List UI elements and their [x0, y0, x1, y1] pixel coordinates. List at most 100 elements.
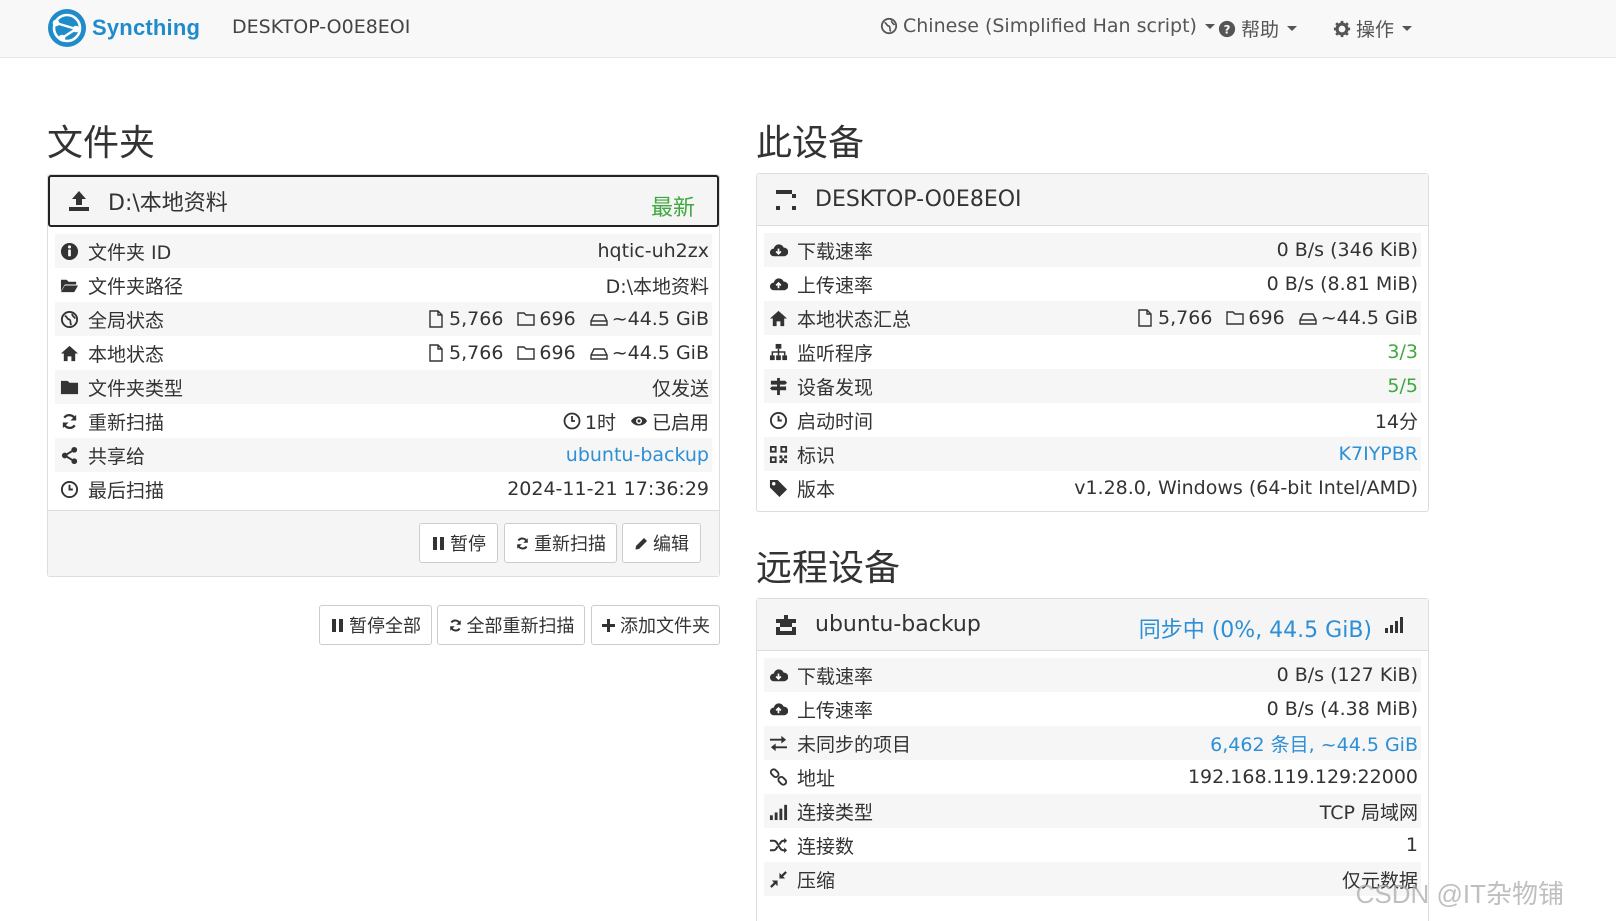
remote-device-panel: ubuntu-backup 同步中 (0%, 44.5 GiB) 下载速率 0 … — [756, 598, 1429, 921]
pause-all-button[interactable]: 暂停全部 — [319, 605, 432, 645]
globe-icon — [880, 17, 898, 35]
tag-icon — [769, 479, 788, 497]
row-connections: 连接数 1 — [764, 828, 1421, 862]
row-shared-with: 共享给 ubuntu-backup — [55, 438, 712, 472]
folder-panel: D:\本地资料 最新 文件夹 ID hqtic-uh2zx 文件夹路径 D:\本… — [47, 174, 720, 577]
row-rescan: 重新扫描 1时 已启用 — [55, 404, 712, 438]
remote-device-panel-heading[interactable]: ubuntu-backup 同步中 (0%, 44.5 GiB) — [757, 599, 1428, 651]
row-version: 版本 v1.28.0, Windows (64-bit Intel/AMD) — [764, 471, 1421, 505]
folder-status: 最新 — [650, 196, 695, 221]
refresh-icon — [449, 619, 461, 631]
language-dropdown[interactable]: Chinese (Simplified Han script) — [880, 15, 1215, 37]
device-id-link[interactable]: K7IYPBR — [1339, 443, 1418, 465]
this-device-panel-heading[interactable]: DESKTOP-O0E8EOI — [757, 174, 1428, 226]
navbar-hostname: DESKTOP-O0E8EOI — [232, 16, 411, 38]
signal-icon — [769, 804, 788, 820]
navbar: Syncthing DESKTOP-O0E8EOI Chinese (Simpl… — [0, 0, 1616, 58]
folder-icon — [60, 380, 79, 394]
caret-down-icon — [1402, 26, 1413, 31]
row-global-state: 全局状态 5,766 696 ~44.5 GiB — [55, 302, 712, 336]
home-icon — [769, 310, 788, 326]
folder-open-icon — [60, 279, 79, 292]
this-device-name: DESKTOP-O0E8EOI — [815, 187, 1022, 212]
question-circle-icon: ? — [1218, 20, 1236, 37]
caret-down-icon — [1287, 26, 1298, 31]
link-icon — [769, 767, 788, 786]
pencil-icon — [635, 537, 647, 549]
row-local-summary: 本地状态汇总 5,766 696 ~44.5 GiB — [764, 301, 1421, 335]
qrcode-icon — [769, 445, 788, 463]
hdd-icon — [589, 348, 608, 360]
actions-dropdown[interactable]: 操作 — [1333, 15, 1413, 42]
watermark: CSDN @IT杂物铺 — [1355, 879, 1564, 909]
remote-device-status: 同步中 (0%, 44.5 GiB) — [1138, 618, 1372, 643]
brand-link[interactable]: Syncthing — [47, 6, 200, 50]
row-folder-type: 文件夹类型 仅发送 — [55, 370, 712, 404]
refresh-icon — [62, 413, 77, 429]
folder-panel-heading[interactable]: D:\本地资料 最新 — [48, 175, 719, 227]
file-icon — [1138, 309, 1152, 327]
hdd-icon — [589, 314, 608, 326]
language-label: Chinese (Simplified Han script) — [903, 15, 1197, 37]
row-folder-path: 文件夹路径 D:\本地资料 — [55, 268, 712, 302]
help-dropdown[interactable]: ? 帮助 — [1218, 15, 1298, 42]
row-remote-upload-rate: 上传速率 0 B/s (4.38 MiB) — [764, 692, 1421, 726]
exchange-icon — [769, 735, 788, 751]
add-folder-button[interactable]: 添加文件夹 — [591, 605, 720, 645]
identicon-icon — [776, 189, 796, 210]
upload-icon — [69, 191, 89, 211]
row-last-scan: 最后扫描 2024-11-21 17:36:29 — [55, 472, 712, 506]
folder-panel-footer: 暂停 重新扫描 编辑 — [48, 510, 719, 576]
cloud-download-icon — [769, 243, 788, 256]
folder-outline-icon — [517, 312, 536, 326]
cloud-upload-icon — [769, 702, 788, 715]
clock-icon — [769, 411, 788, 429]
shared-device-link[interactable]: ubuntu-backup — [566, 444, 709, 466]
folder-outline-icon — [517, 346, 536, 360]
cloud-download-icon — [769, 668, 788, 681]
plus-icon — [602, 618, 615, 632]
file-icon — [429, 310, 443, 328]
row-uptime: 启动时间 14分 — [764, 403, 1421, 437]
row-discovery: 设备发现 5/5 — [764, 369, 1421, 403]
home-icon — [60, 345, 79, 361]
share-icon — [61, 446, 78, 464]
clock-icon — [563, 412, 581, 430]
pause-folder-button[interactable]: 暂停 — [419, 523, 498, 563]
row-connection-type: 连接类型 TCP 局域网 — [764, 794, 1421, 828]
row-address: 地址 192.168.119.129:22000 — [764, 760, 1421, 794]
row-local-state: 本地状态 5,766 696 ~44.5 GiB — [55, 336, 712, 370]
out-of-sync-link[interactable]: 6,462 条目, ~44.5 GiB — [1210, 730, 1418, 757]
gear-icon — [1333, 20, 1351, 37]
info-circle-icon — [60, 242, 79, 260]
row-remote-download-rate: 下载速率 0 B/s (127 KiB) — [764, 658, 1421, 692]
remote-devices-heading: 远程设备 — [756, 548, 901, 589]
hdd-icon — [1298, 313, 1317, 325]
brand-name: Syncthing — [92, 15, 201, 40]
folders-heading: 文件夹 — [47, 123, 156, 164]
rescan-folder-button[interactable]: 重新扫描 — [504, 523, 617, 563]
rescan-all-button[interactable]: 全部重新扫描 — [437, 605, 585, 645]
this-device-heading: 此设备 — [756, 123, 865, 164]
this-device-panel: DESKTOP-O0E8EOI 下载速率 0 B/s (346 KiB) 上传速… — [756, 173, 1429, 512]
syncthing-logo-icon — [48, 9, 86, 47]
refresh-icon — [517, 537, 528, 549]
row-upload-rate: 上传速率 0 B/s (8.81 MiB) — [764, 267, 1421, 301]
pause-icon — [433, 536, 444, 550]
compress-icon — [770, 870, 787, 888]
help-label: 帮助 — [1241, 19, 1280, 41]
globe-icon — [60, 310, 79, 328]
row-listeners: 监听程序 3/3 — [764, 335, 1421, 369]
svg-text:?: ? — [1224, 22, 1231, 36]
folder-outline-icon — [1226, 311, 1245, 325]
row-folder-id: 文件夹 ID hqtic-uh2zx — [55, 234, 712, 268]
caret-down-icon — [1204, 23, 1215, 29]
eye-icon — [630, 416, 647, 426]
row-compression: 压缩 仅元数据 — [764, 862, 1421, 896]
row-download-rate: 下载速率 0 B/s (346 KiB) — [764, 233, 1421, 267]
random-icon — [769, 837, 788, 853]
clock-icon — [60, 480, 79, 498]
pause-icon — [332, 618, 343, 632]
edit-folder-button[interactable]: 编辑 — [622, 523, 701, 563]
cloud-upload-icon — [769, 277, 788, 290]
